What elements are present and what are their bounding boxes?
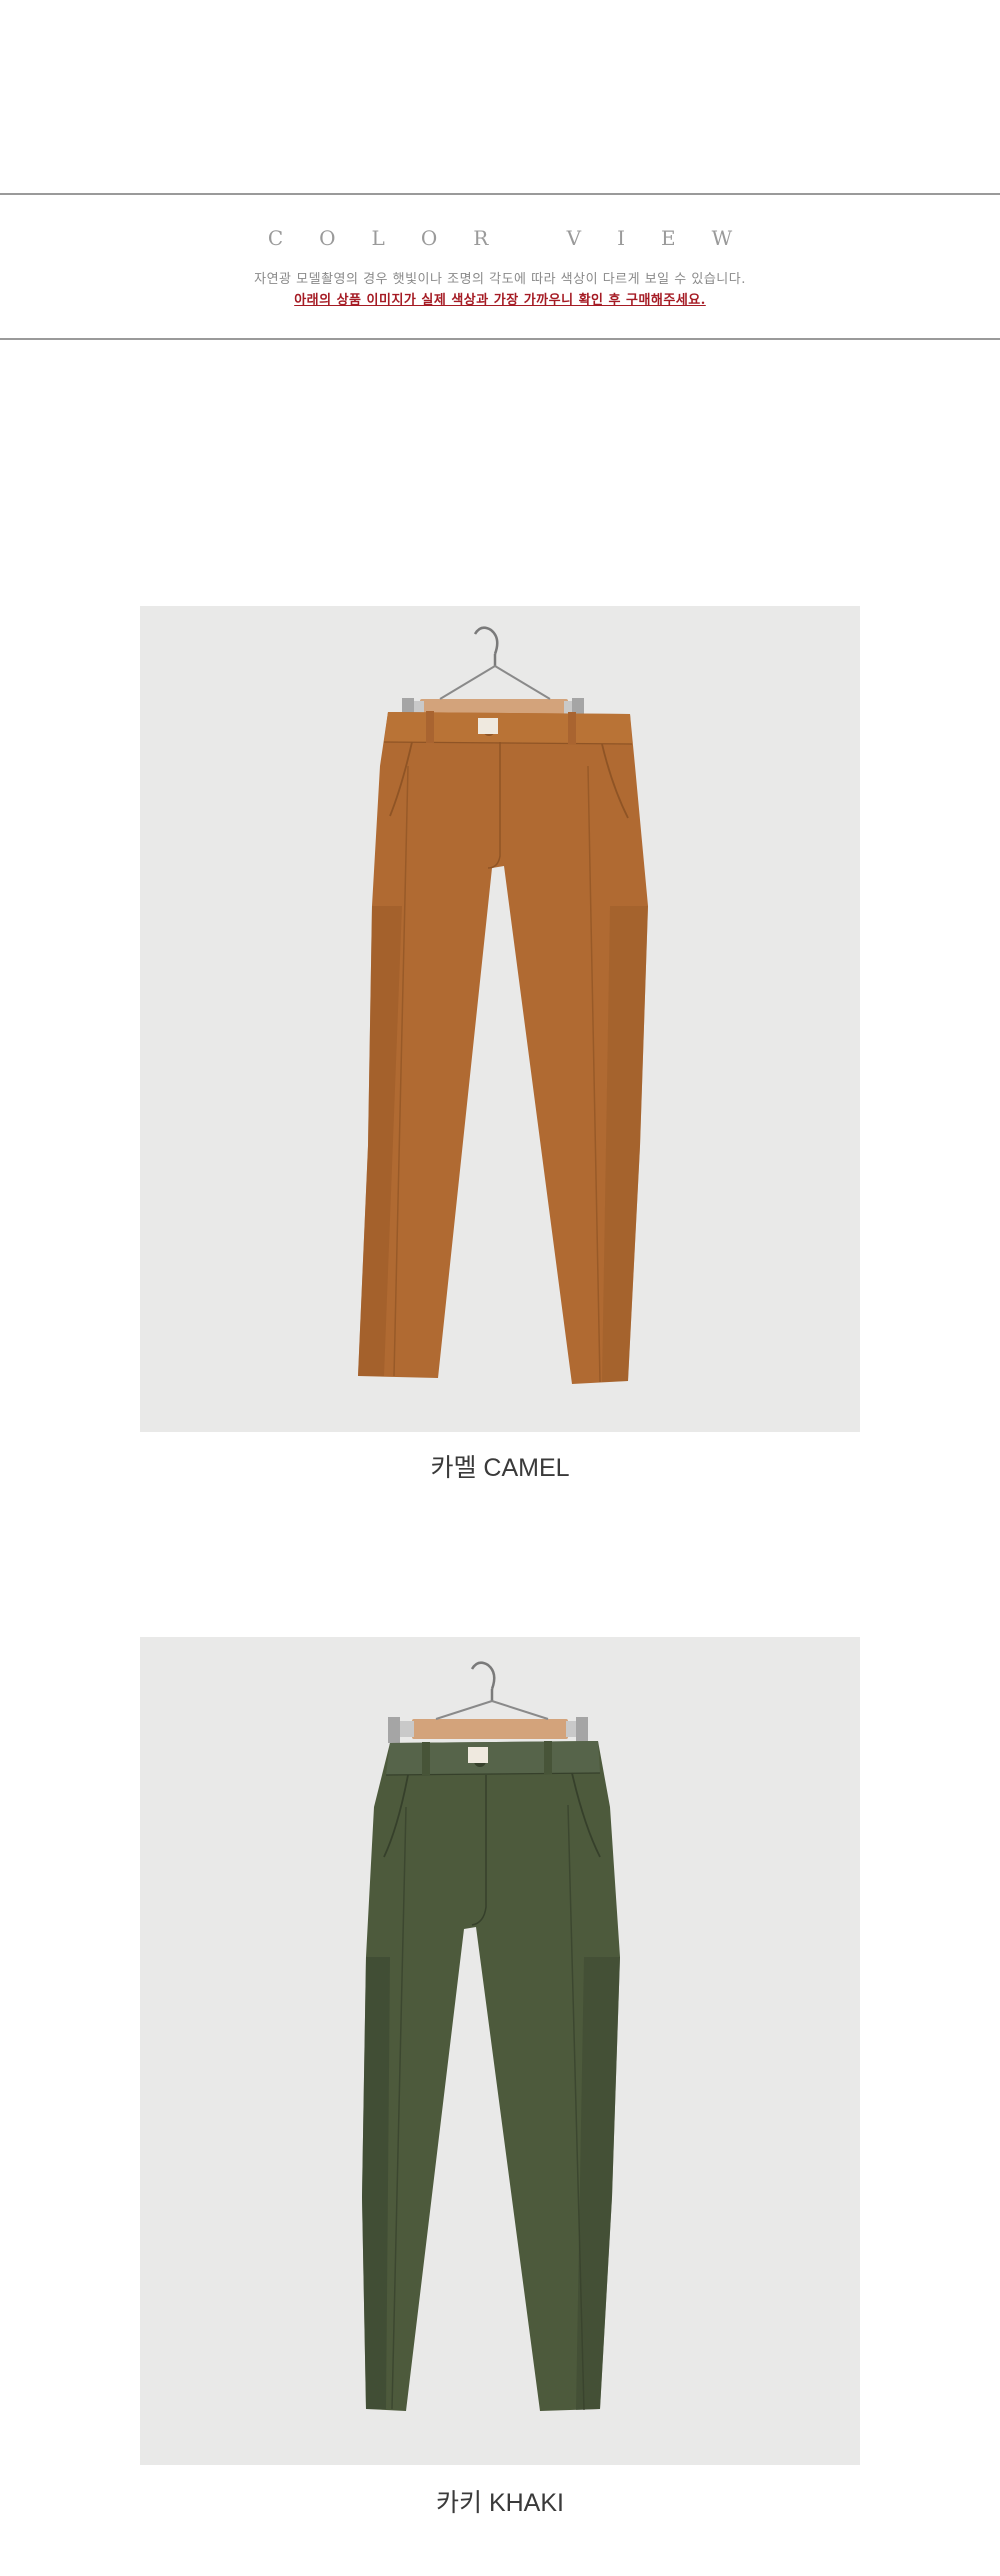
color-view-warning: 아래의 상품 이미지가 실제 색상과 가장 가까우니 확인 후 구매해주세요. xyxy=(294,293,706,308)
khaki-pants-photo xyxy=(140,1637,860,2465)
khaki-caption: 카키 KHAKI xyxy=(436,2489,564,2517)
color-view-note: 자연광 모델촬영의 경우 햇빛이나 조명의 각도에 따라 색상이 다르게 보일 … xyxy=(254,272,746,287)
camel-pants-photo xyxy=(140,606,860,1432)
khaki-pants-illustration xyxy=(140,1637,860,2465)
camel-caption: 카멜 CAMEL xyxy=(430,1454,570,1482)
bottom-divider xyxy=(0,338,1000,340)
top-divider xyxy=(0,193,1000,195)
hanger-bar xyxy=(412,1719,568,1739)
camel-pants-illustration xyxy=(140,606,860,1432)
color-view-heading: COLOR VIEW xyxy=(267,226,769,250)
